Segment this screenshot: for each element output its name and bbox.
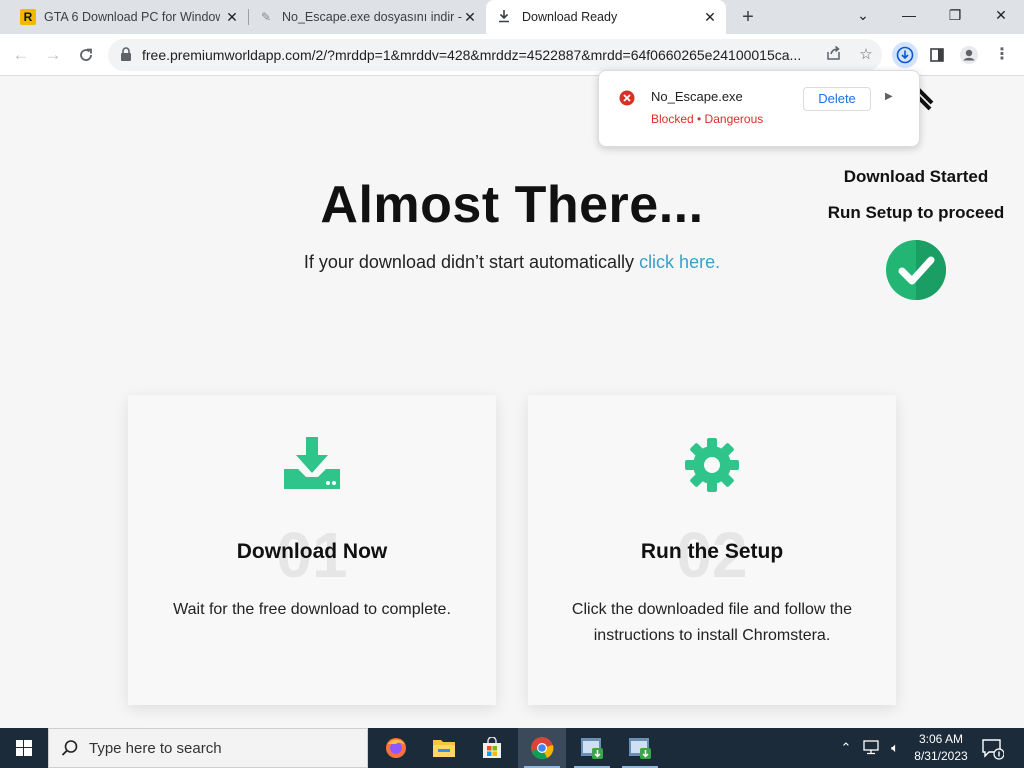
taskbar-firefox[interactable] (372, 728, 420, 768)
step-card-download: 01 Download Now Wait for the free downlo… (128, 395, 496, 705)
network-icon[interactable] (860, 739, 882, 768)
taskbar-setup-app-1[interactable] (568, 728, 616, 768)
setup-app-icon (629, 738, 651, 759)
download-favicon-icon (496, 9, 512, 26)
taskbar-store[interactable] (468, 728, 516, 768)
close-tab-icon[interactable]: ✕ (702, 9, 718, 25)
tab-gta6[interactable]: R GTA 6 Download PC for Windows ✕ (12, 0, 248, 34)
tab-title: No_Escape.exe dosyasını indir - d (282, 10, 462, 24)
error-icon (619, 90, 635, 106)
gear-icon (528, 435, 896, 495)
folder-icon (433, 740, 455, 757)
minimize-button[interactable]: — (886, 0, 932, 30)
lock-icon[interactable] (120, 47, 136, 63)
tab-strip: R GTA 6 Download PC for Windows ✕ ✎ No_E… (0, 0, 1024, 34)
side-panel-icon[interactable] (924, 42, 950, 68)
page-favicon-icon: ✎ (260, 10, 272, 24)
reload-button[interactable] (73, 42, 99, 68)
profile-avatar-icon[interactable] (956, 42, 982, 68)
click-here-link[interactable]: click here. (639, 252, 720, 272)
download-filename: No_Escape.exe (651, 89, 743, 104)
step-title: Run the Setup (640, 540, 784, 563)
taskbar-file-explorer[interactable] (420, 728, 468, 768)
tab-separator (248, 9, 249, 25)
clock-date: 8/31/2023 (914, 749, 968, 763)
step-description: Wait for the free download to complete. (173, 601, 451, 618)
close-tab-icon[interactable]: ✕ (462, 9, 478, 25)
taskbar-clock[interactable]: 3:06 AM 8/31/2023 (910, 731, 972, 765)
notification-center-icon[interactable] (980, 736, 1005, 760)
taskbar-chrome[interactable] (518, 728, 566, 768)
chrome-menu-icon[interactable]: ⋮ (989, 42, 1015, 68)
page-subline: If your download didn’t start automatica… (0, 252, 1024, 273)
store-icon (483, 737, 501, 758)
search-placeholder: Type here to search (89, 740, 222, 757)
start-button[interactable] (0, 728, 48, 768)
share-icon[interactable] (824, 45, 844, 65)
volume-icon[interactable]: 🔈︎ (884, 728, 906, 768)
forward-button[interactable]: → (40, 42, 66, 68)
step-card-setup: 02 Run the Setup Click the downloaded fi… (528, 395, 896, 705)
rockstar-favicon-icon: R (20, 9, 36, 25)
chrome-icon (531, 737, 554, 760)
download-started-text: Download Started (843, 167, 989, 186)
run-setup-text: Run Setup to proceed (827, 203, 1005, 222)
download-tray-icon (128, 435, 496, 495)
tab-title: Download Ready (522, 10, 618, 24)
clock-time: 3:06 AM (918, 732, 964, 746)
close-tab-icon[interactable]: ✕ (224, 9, 240, 25)
setup-app-icon (581, 738, 603, 759)
new-tab-button[interactable]: + (736, 5, 760, 29)
delete-download-button[interactable]: Delete (803, 87, 871, 111)
step-title: Download Now (236, 540, 388, 563)
firefox-icon (386, 738, 406, 758)
checkmark-icon (885, 239, 947, 301)
bookmark-star-icon[interactable]: ☆ (856, 45, 876, 65)
tab-download-ready[interactable]: Download Ready ✕ (486, 0, 726, 34)
show-hidden-icons-chevron-icon[interactable]: ⌃ (836, 728, 856, 768)
address-bar[interactable]: free.premiumworldapp.com/2/?mrddp=1&mrdd… (108, 39, 882, 71)
expand-arrow-icon[interactable]: ▶ (885, 91, 893, 102)
download-status: Blocked • Dangerous (651, 112, 764, 126)
subline-text: If your download didn’t start automatica… (303, 252, 640, 272)
url-text[interactable]: free.premiumworldapp.com/2/?mrddp=1&mrdd… (142, 39, 816, 71)
close-window-button[interactable]: ✕ (978, 0, 1024, 30)
downloads-button[interactable] (892, 42, 918, 68)
page-content: Almost There... If your download didn’t … (0, 77, 1024, 728)
download-bubble: No_Escape.exe Blocked • Dangerous Delete… (598, 70, 920, 147)
taskbar-setup-app-2[interactable] (616, 728, 664, 768)
tab-no-escape[interactable]: ✎ No_Escape.exe dosyasını indir - d ✕ (250, 0, 486, 34)
back-button[interactable]: ← (8, 42, 34, 68)
taskbar-search[interactable]: Type here to search (48, 728, 368, 768)
step-description: Click the downloaded file and follow the… (571, 601, 853, 644)
maximize-button[interactable]: ❐ (932, 0, 978, 30)
tab-title: GTA 6 Download PC for Windows (44, 10, 220, 24)
tab-search-button[interactable]: ⌄ (840, 0, 886, 30)
windows-taskbar: Type here to search ⌃ 🔈︎ 3:06 AM 8/31/20… (0, 728, 1024, 768)
search-icon (61, 739, 79, 757)
